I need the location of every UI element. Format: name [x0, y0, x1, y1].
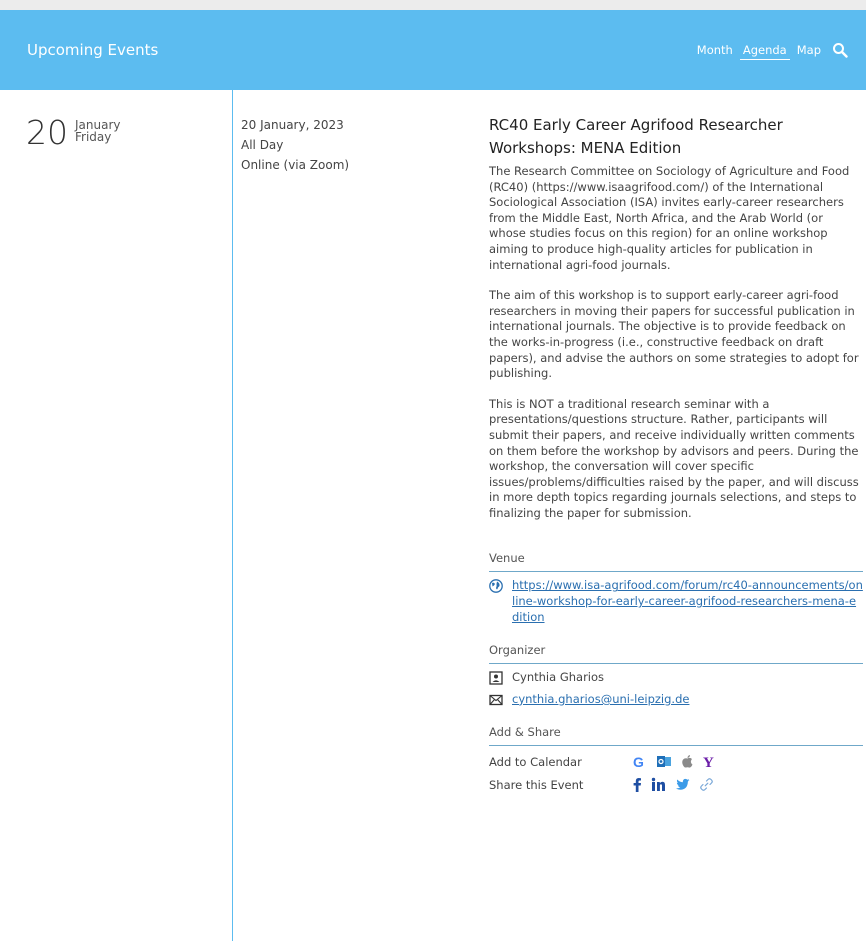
- envelope-icon: [489, 694, 503, 705]
- svg-text:G: G: [633, 754, 644, 769]
- event-date-badge: 20 January Friday: [26, 116, 121, 150]
- tab-map[interactable]: Map: [796, 41, 822, 59]
- organizer-email-row: cynthia.gharios@uni-leipzig.de: [489, 692, 863, 708]
- share-heading: Add & Share: [489, 725, 863, 747]
- add-to-calendar-row: Add to Calendar G Y: [489, 754, 863, 769]
- agenda-content: 20 January Friday 20 January, 2023 All D…: [0, 90, 866, 941]
- event-description: The Research Committee on Sociology of A…: [489, 164, 863, 521]
- organizer-name: Cynthia Gharios: [512, 670, 605, 685]
- venue-heading: Venue: [489, 551, 863, 573]
- outlook-icon[interactable]: [656, 754, 672, 769]
- tab-month[interactable]: Month: [696, 41, 734, 59]
- view-switcher: Month Agenda Map: [696, 41, 848, 60]
- event-page: Upcoming Events Month Agenda Map 20 Janu…: [0, 10, 866, 941]
- share-event-label: Share this Event: [489, 777, 584, 792]
- twitter-icon[interactable]: [675, 778, 690, 791]
- apple-icon[interactable]: [681, 754, 694, 769]
- description-paragraph: The aim of this workshop is to support e…: [489, 288, 859, 381]
- globe-icon: [489, 579, 503, 594]
- contact-card-icon: [489, 671, 503, 685]
- facebook-icon[interactable]: [632, 777, 642, 793]
- description-paragraph: The Research Committee on Sociology of A…: [489, 164, 850, 272]
- weekday-name: Friday: [75, 130, 112, 144]
- organizer-name-row: Cynthia Gharios: [489, 670, 863, 686]
- yahoo-icon[interactable]: Y: [703, 754, 717, 769]
- description-paragraph: This is NOT a traditional research semin…: [489, 396, 859, 520]
- google-calendar-icon[interactable]: G: [632, 754, 647, 769]
- link-icon[interactable]: [699, 777, 714, 792]
- tab-agenda[interactable]: Agenda: [739, 41, 790, 60]
- day-number: 20: [26, 113, 68, 152]
- search-icon[interactable]: [832, 42, 848, 58]
- share-event-row: Share this Event: [489, 777, 863, 793]
- svg-text:Y: Y: [703, 755, 714, 769]
- event-full-date: 20 January, 2023: [241, 118, 344, 132]
- venue-link[interactable]: https://www.isa-agrifood.com/forum/rc40-…: [512, 578, 863, 625]
- event-time: All Day: [241, 138, 284, 152]
- add-to-calendar-label: Add to Calendar: [489, 754, 582, 769]
- event-info: 20 January, 2023 All Day Online (via Zoo…: [241, 115, 349, 175]
- event-title[interactable]: RC40 Early Career Agrifood Researcher Wo…: [489, 114, 863, 160]
- organizer-email-link[interactable]: cynthia.gharios@uni-leipzig.de: [512, 692, 689, 708]
- event-details: RC40 Early Career Agrifood Researcher Wo…: [489, 114, 863, 793]
- organizer-heading: Organizer: [489, 643, 863, 665]
- column-divider: [232, 90, 233, 941]
- events-header: Upcoming Events Month Agenda Map: [0, 10, 866, 90]
- page-title: Upcoming Events: [27, 41, 159, 59]
- linkedin-icon[interactable]: [651, 777, 666, 792]
- event-location: Online (via Zoom): [241, 158, 350, 172]
- venue-row: https://www.isa-agrifood.com/forum/rc40-…: [489, 578, 863, 625]
